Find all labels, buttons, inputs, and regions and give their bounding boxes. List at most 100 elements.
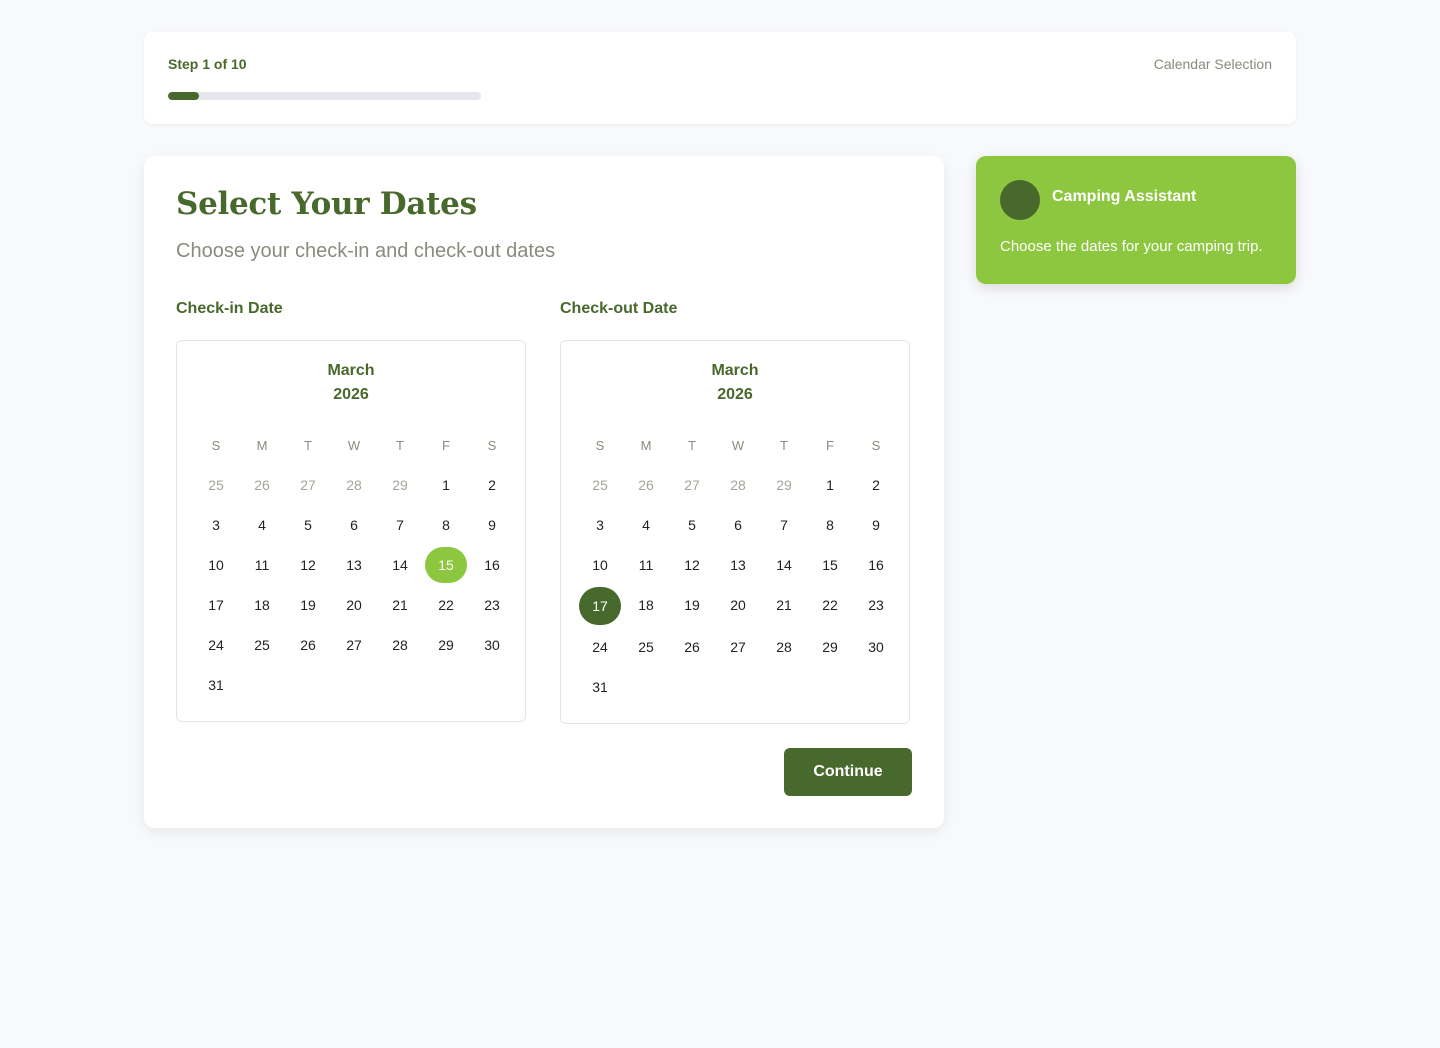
checkout-day[interactable]: 13 — [715, 545, 761, 585]
checkout-day[interactable]: 8 — [807, 505, 853, 545]
checkout-day[interactable]: 30 — [853, 627, 899, 667]
checkin-day[interactable]: 16 — [469, 545, 515, 585]
checkin-day[interactable]: 12 — [285, 545, 331, 585]
day-number: 27 — [300, 477, 316, 493]
checkin-day[interactable]: 22 — [423, 585, 469, 625]
checkin-day[interactable]: 21 — [377, 585, 423, 625]
checkout-day[interactable]: 19 — [669, 585, 715, 625]
checkin-day[interactable]: 30 — [469, 625, 515, 665]
checkin-day[interactable]: 6 — [331, 505, 377, 545]
checkout-day[interactable]: 5 — [669, 505, 715, 545]
checkin-day[interactable]: 27 — [331, 625, 377, 665]
checkout-day[interactable]: 3 — [577, 505, 623, 545]
checkin-day[interactable]: 8 — [423, 505, 469, 545]
checkout-day[interactable]: 18 — [623, 585, 669, 625]
checkout-day[interactable]: 29 — [761, 465, 807, 505]
checkout-day[interactable]: 27 — [669, 465, 715, 505]
day-number: 29 — [822, 639, 838, 655]
day-number: 16 — [868, 557, 884, 573]
checkin-day[interactable]: 9 — [469, 505, 515, 545]
checkin-day[interactable]: 1 — [423, 465, 469, 505]
day-number: 19 — [684, 597, 700, 613]
day-number: 26 — [684, 639, 700, 655]
checkin-day[interactable]: 17 — [193, 585, 239, 625]
checkout-selected-day[interactable]: 17 — [577, 585, 623, 627]
day-number: 25 — [592, 477, 608, 493]
day-number: 3 — [212, 517, 220, 533]
checkout-day[interactable]: 26 — [669, 627, 715, 667]
checkin-day[interactable]: 2 — [469, 465, 515, 505]
weekday-header: S — [871, 437, 881, 453]
checkout-day[interactable]: 31 — [577, 667, 623, 707]
day-number: 25 — [208, 477, 224, 493]
checkin-day[interactable]: 26 — [285, 625, 331, 665]
checkout-day[interactable]: 15 — [807, 545, 853, 585]
checkin-selected-day[interactable]: 15 — [423, 545, 469, 585]
checkout-day[interactable]: 4 — [623, 505, 669, 545]
checkin-day[interactable]: 27 — [285, 465, 331, 505]
checkout-day[interactable]: 1 — [807, 465, 853, 505]
checkout-day[interactable]: 16 — [853, 545, 899, 585]
weekday-header: T — [304, 437, 312, 453]
checkin-day[interactable]: 19 — [285, 585, 331, 625]
checkin-day[interactable]: 24 — [193, 625, 239, 665]
checkin-day[interactable]: 31 — [193, 665, 239, 705]
checkin-day[interactable]: 11 — [239, 545, 285, 585]
checkin-day[interactable]: 28 — [377, 625, 423, 665]
continue-button[interactable]: Continue — [784, 748, 912, 796]
weekday-header: T — [780, 437, 788, 453]
weekday-header: W — [731, 437, 745, 453]
checkout-day[interactable]: 25 — [577, 465, 623, 505]
assistant-panel: Camping Assistant Choose the dates for y… — [976, 156, 1296, 284]
checkout-day[interactable]: 27 — [715, 627, 761, 667]
checkout-day[interactable]: 21 — [761, 585, 807, 625]
page-subtitle: Choose your check-in and check-out dates — [176, 240, 556, 262]
checkout-day[interactable]: 22 — [807, 585, 853, 625]
checkout-day[interactable]: 26 — [623, 465, 669, 505]
checkout-day[interactable]: 23 — [853, 585, 899, 625]
checkin-day[interactable]: 25 — [239, 625, 285, 665]
day-number: 12 — [300, 557, 316, 573]
day-number: 21 — [392, 597, 408, 613]
day-number: 9 — [488, 517, 496, 533]
checkout-day[interactable]: 11 — [623, 545, 669, 585]
checkout-day[interactable]: 24 — [577, 627, 623, 667]
checkout-calendar: March 2026 S M T W T F S 25 26 27 28 29 1 2 3 4 5 6 7 8 9 10 1… — [560, 340, 910, 724]
checkin-day[interactable]: 23 — [469, 585, 515, 625]
checkin-day[interactable]: 5 — [285, 505, 331, 545]
checkout-day[interactable]: 12 — [669, 545, 715, 585]
day-number: 2 — [488, 477, 496, 493]
checkin-day[interactable]: 26 — [239, 465, 285, 505]
checkin-day-grid: S M T W T F S 25 26 27 28 29 1 2 3 4 5 6 7 8 9 10 11 12 13 14 15 16… — [193, 425, 509, 705]
checkout-day[interactable]: 29 — [807, 627, 853, 667]
checkin-day[interactable]: 18 — [239, 585, 285, 625]
checkin-day[interactable]: 3 — [193, 505, 239, 545]
checkin-year: 2026 — [333, 386, 369, 403]
checkin-day[interactable]: 14 — [377, 545, 423, 585]
checkout-day[interactable]: 25 — [623, 627, 669, 667]
checkout-day[interactable]: 6 — [715, 505, 761, 545]
day-number: 17 — [208, 597, 224, 613]
checkin-day[interactable]: 20 — [331, 585, 377, 625]
checkin-day[interactable]: 7 — [377, 505, 423, 545]
checkout-day[interactable]: 20 — [715, 585, 761, 625]
checkin-day[interactable]: 4 — [239, 505, 285, 545]
progress-bar-fill — [168, 92, 200, 100]
checkout-day[interactable]: 7 — [761, 505, 807, 545]
checkin-day[interactable]: 10 — [193, 545, 239, 585]
checkout-day[interactable]: 2 — [853, 465, 899, 505]
checkin-day[interactable]: 13 — [331, 545, 377, 585]
day-number: 29 — [438, 637, 454, 653]
weekday-header: M — [256, 437, 268, 453]
checkin-day[interactable]: 29 — [377, 465, 423, 505]
checkout-day[interactable]: 28 — [761, 627, 807, 667]
checkin-day[interactable]: 29 — [423, 625, 469, 665]
checkout-day[interactable]: 9 — [853, 505, 899, 545]
checkin-day[interactable]: 25 — [193, 465, 239, 505]
checkout-day[interactable]: 14 — [761, 545, 807, 585]
checkout-day[interactable]: 28 — [715, 465, 761, 505]
day-number: 29 — [776, 477, 792, 493]
checkin-day[interactable]: 28 — [331, 465, 377, 505]
day-number: 15 — [822, 557, 838, 573]
checkout-day[interactable]: 10 — [577, 545, 623, 585]
